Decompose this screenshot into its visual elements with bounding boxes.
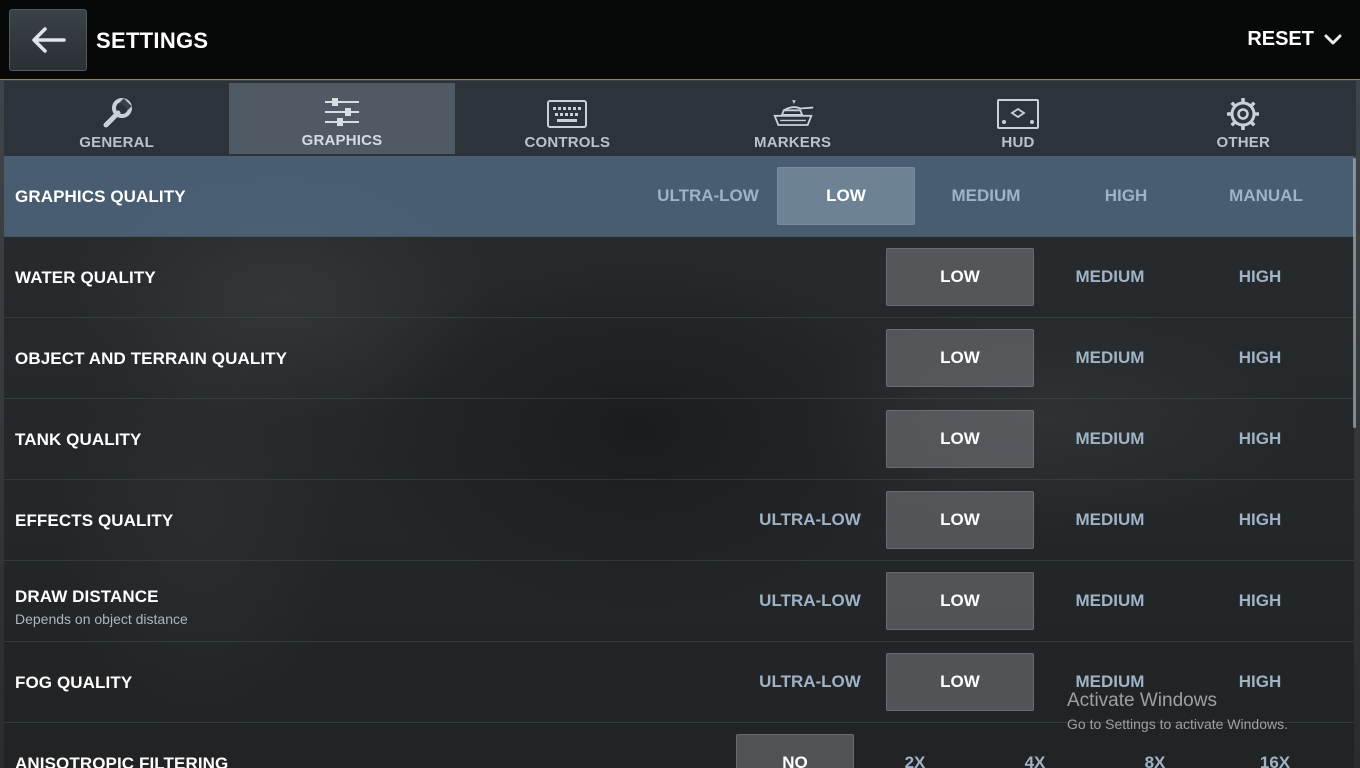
option-high[interactable]: HIGH: [1186, 410, 1334, 468]
setting-label: ANISOTROPIC FILTERING: [15, 754, 229, 768]
sliders-icon: [320, 94, 364, 130]
option-ultra-low[interactable]: ULTRA-LOW: [736, 491, 884, 549]
option-low[interactable]: LOW: [886, 491, 1034, 549]
option-high[interactable]: HIGH: [1186, 491, 1334, 549]
setting-row-tank-quality: TANK QUALITY LOW MEDIUM HIGH: [4, 399, 1354, 480]
tab-controls[interactable]: CONTROLS: [455, 81, 680, 156]
option-high[interactable]: HIGH: [1057, 167, 1195, 225]
tab-markers[interactable]: MARKERS: [680, 81, 905, 156]
option-4x[interactable]: 4X: [976, 734, 1094, 768]
option-ultra-low[interactable]: ULTRA-LOW: [736, 653, 884, 711]
setting-label: EFFECTS QUALITY: [15, 511, 174, 530]
chevron-down-icon: [1324, 34, 1342, 44]
tab-hud[interactable]: HUD: [905, 81, 1130, 156]
option-high[interactable]: HIGH: [1186, 329, 1334, 387]
setting-label: FOG QUALITY: [15, 673, 133, 692]
tank-icon: [771, 96, 815, 132]
setting-row-effects-quality: EFFECTS QUALITY ULTRA-LOW LOW MEDIUM HIGH: [4, 480, 1354, 561]
option-medium[interactable]: MEDIUM: [917, 167, 1055, 225]
option-ultra-low[interactable]: ULTRA-LOW: [736, 572, 884, 630]
setting-row-water-quality: WATER QUALITY LOW MEDIUM HIGH: [4, 237, 1354, 318]
setting-label: OBJECT AND TERRAIN QUALITY: [15, 349, 288, 368]
option-medium[interactable]: MEDIUM: [1036, 572, 1184, 630]
watermark-subtitle: Go to Settings to activate Windows.: [1067, 716, 1288, 732]
setting-label: DRAW DISTANCE: [15, 587, 159, 606]
setting-label: GRAPHICS QUALITY: [15, 187, 186, 206]
option-low[interactable]: LOW: [886, 572, 1034, 630]
arrow-left-icon: [32, 27, 66, 53]
top-bar: SETTINGS RESET: [0, 0, 1360, 80]
tab-graphics[interactable]: GRAPHICS: [229, 83, 455, 154]
option-low[interactable]: LOW: [777, 167, 915, 225]
option-2x[interactable]: 2X: [856, 734, 974, 768]
scrollbar[interactable]: [1353, 158, 1356, 428]
option-manual[interactable]: MANUAL: [1197, 167, 1335, 225]
tab-label: OTHER: [1216, 134, 1271, 151]
option-low[interactable]: LOW: [886, 248, 1034, 306]
option-ultra-low[interactable]: ULTRA-LOW: [639, 167, 777, 225]
keyboard-icon: [545, 96, 589, 132]
option-high[interactable]: HIGH: [1186, 572, 1334, 630]
option-16x[interactable]: 16X: [1216, 734, 1334, 768]
tab-label: GENERAL: [79, 134, 155, 151]
tab-label: CONTROLS: [524, 134, 611, 151]
setting-sublabel: Depends on object distance: [15, 611, 188, 627]
option-medium[interactable]: MEDIUM: [1036, 329, 1184, 387]
option-medium[interactable]: MEDIUM: [1036, 248, 1184, 306]
setting-row-draw-distance: DRAW DISTANCE Depends on object distance U…: [4, 561, 1354, 642]
setting-label: TANK QUALITY: [15, 430, 142, 449]
option-low[interactable]: LOW: [886, 410, 1034, 468]
option-medium[interactable]: MEDIUM: [1036, 410, 1184, 468]
wrench-icon: [95, 96, 139, 132]
option-no[interactable]: NO: [736, 734, 854, 768]
reset-label: RESET: [1247, 28, 1314, 50]
tab-label: MARKERS: [754, 134, 832, 151]
option-high[interactable]: HIGH: [1186, 248, 1334, 306]
setting-row-graphics-quality: GRAPHICS QUALITY ULTRA-LOW LOW MEDIUM HIGH MA…: [4, 156, 1354, 237]
settings-tabs: GENERAL GRAPHICS CONTROLS MARKERS HUD OTHER: [4, 81, 1356, 156]
tab-other[interactable]: OTHER: [1131, 81, 1356, 156]
option-low[interactable]: LOW: [886, 329, 1034, 387]
back-button[interactable]: [9, 9, 87, 71]
option-8x[interactable]: 8X: [1096, 734, 1214, 768]
reset-dropdown[interactable]: RESET: [1247, 28, 1342, 51]
tab-label: HUD: [1001, 134, 1035, 151]
option-medium[interactable]: MEDIUM: [1036, 491, 1184, 549]
tab-label: GRAPHICS: [301, 132, 383, 149]
setting-label: WATER QUALITY: [15, 268, 156, 287]
settings-screen: SETTINGS RESET GENERAL GRAPHICS CONTROLS MA…: [0, 0, 1360, 768]
page-title: SETTINGS: [96, 28, 209, 53]
setting-row-object-and-terrain-quality: OBJECT AND TERRAIN QUALITY LOW MEDIUM HIGH: [4, 318, 1354, 399]
watermark-title: Activate Windows: [1067, 690, 1217, 711]
tab-general[interactable]: GENERAL: [4, 81, 229, 156]
hud-screen-icon: [996, 96, 1040, 132]
activate-windows-watermark: Activate Windows Go to Settings to activ…: [1067, 690, 1288, 732]
gear-icon: [1221, 96, 1265, 132]
option-low[interactable]: LOW: [886, 653, 1034, 711]
settings-list: GRAPHICS QUALITY ULTRA-LOW LOW MEDIUM HIGH MA…: [4, 156, 1354, 768]
